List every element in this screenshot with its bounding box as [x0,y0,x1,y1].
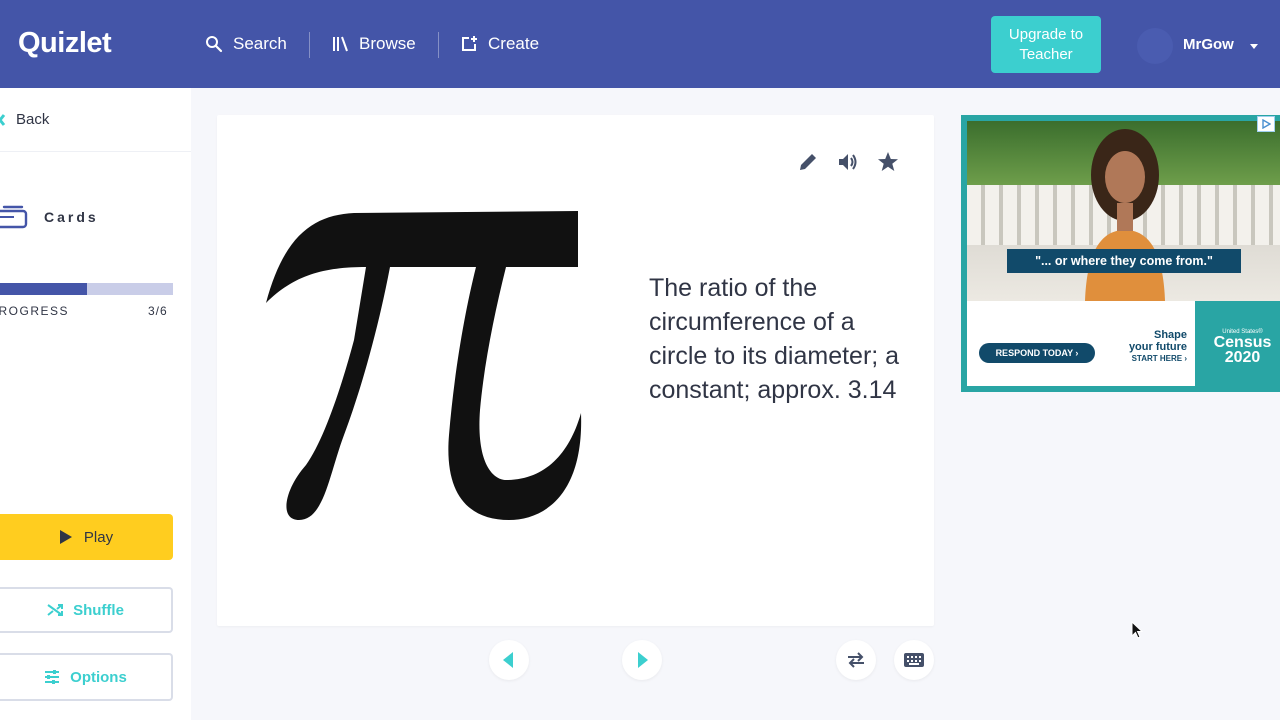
ad-respond-button[interactable]: RESPOND TODAY › [979,343,1095,363]
upgrade-button[interactable]: Upgrade to Teacher [991,16,1101,73]
progress-count: 3/6 [148,304,168,318]
nav-search[interactable]: Search [205,0,287,88]
pencil-icon[interactable] [796,150,820,174]
prev-arrow-icon[interactable] [489,640,529,680]
username[interactable]: MrGow [1183,36,1234,53]
census-logo: United States® Census 2020 [1213,329,1272,366]
play-button[interactable]: Play [0,514,173,560]
ad-tagline: Shape your future START HERE › [1128,329,1187,363]
ad-quote: "... or where they come from." [1007,249,1241,273]
pi-symbol-image [266,211,582,520]
nav-browse[interactable]: Browse [331,0,416,88]
create-icon [462,36,477,51]
advertisement[interactable]: "... or where they come from." RESPOND T… [961,115,1280,392]
mode-label: Cards [44,209,99,225]
star-icon[interactable] [876,150,900,174]
card-definition: The ratio of the circumference of a circ… [649,274,900,404]
nav-browse-label: Browse [359,34,416,53]
keyboard-icon[interactable] [894,640,934,680]
back-label: Back [16,111,50,128]
sliders-icon [45,670,60,684]
mouse-cursor-icon [1131,621,1143,639]
progress-fill [0,283,87,295]
play-icon [59,530,72,544]
ad-person-image [1085,129,1165,301]
back-link[interactable]: Back [0,111,49,128]
nav-divider [309,32,310,58]
nav-search-label: Search [233,34,287,53]
next-arrow-icon[interactable] [622,640,662,680]
search-icon [206,36,223,53]
quizlet-logo[interactable]: Quizlet [18,27,112,60]
progress-bar [0,283,173,295]
play-label: Play [83,528,114,546]
cards-icon [0,205,28,229]
top-nav: Quizlet Search Browse Create Upgrade to … [0,0,1280,88]
chevron-left-icon [0,113,6,126]
study-mode-title: Cards [0,205,99,229]
speaker-icon[interactable] [836,150,860,174]
library-icon [333,36,348,52]
ad-choices-icon[interactable] [1257,116,1275,132]
sidebar-divider [0,151,191,152]
shuffle-button[interactable]: Shuffle [0,587,173,633]
nav-create-label: Create [488,34,540,53]
shuffle-label: Shuffle [73,601,124,619]
shuffle-icon [47,604,64,616]
options-label: Options [70,668,127,686]
chevron-down-icon[interactable] [1250,44,1258,49]
progress-label: PROGRESS [0,304,70,318]
swap-icon[interactable] [836,640,876,680]
nav-create[interactable]: Create [460,0,539,88]
options-button[interactable]: Options [0,653,173,701]
avatar[interactable] [1137,28,1173,64]
nav-divider [438,32,439,58]
